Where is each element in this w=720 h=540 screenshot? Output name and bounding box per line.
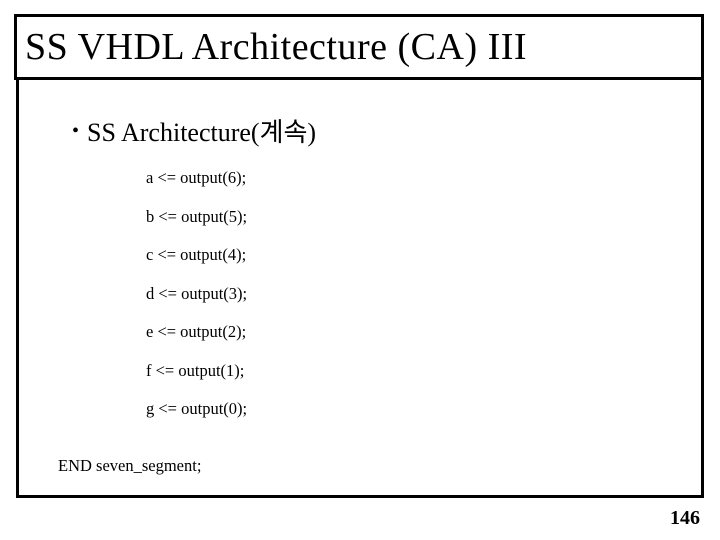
code-end-line: END seven_segment; — [58, 456, 201, 476]
code-line: d <= output(3); — [146, 286, 247, 303]
code-block: a <= output(6); b <= output(5); c <= out… — [146, 170, 247, 440]
code-line: c <= output(4); — [146, 247, 247, 264]
code-line: b <= output(5); — [146, 209, 247, 226]
bullet-item: • SS Architecture(계속) — [72, 112, 316, 149]
bullet-dot: • — [72, 121, 79, 141]
code-line: f <= output(1); — [146, 363, 247, 380]
slide-title: SS VHDL Architecture (CA) III — [25, 25, 527, 69]
title-box: SS VHDL Architecture (CA) III — [14, 14, 704, 80]
code-line: g <= output(0); — [146, 401, 247, 418]
page-number: 146 — [670, 507, 700, 530]
code-line: e <= output(2); — [146, 324, 247, 341]
slide: SS VHDL Architecture (CA) III • SS Archi… — [0, 0, 720, 540]
code-line: a <= output(6); — [146, 170, 247, 187]
bullet-text: SS Architecture(계속) — [87, 112, 316, 149]
slide-frame — [16, 14, 704, 498]
